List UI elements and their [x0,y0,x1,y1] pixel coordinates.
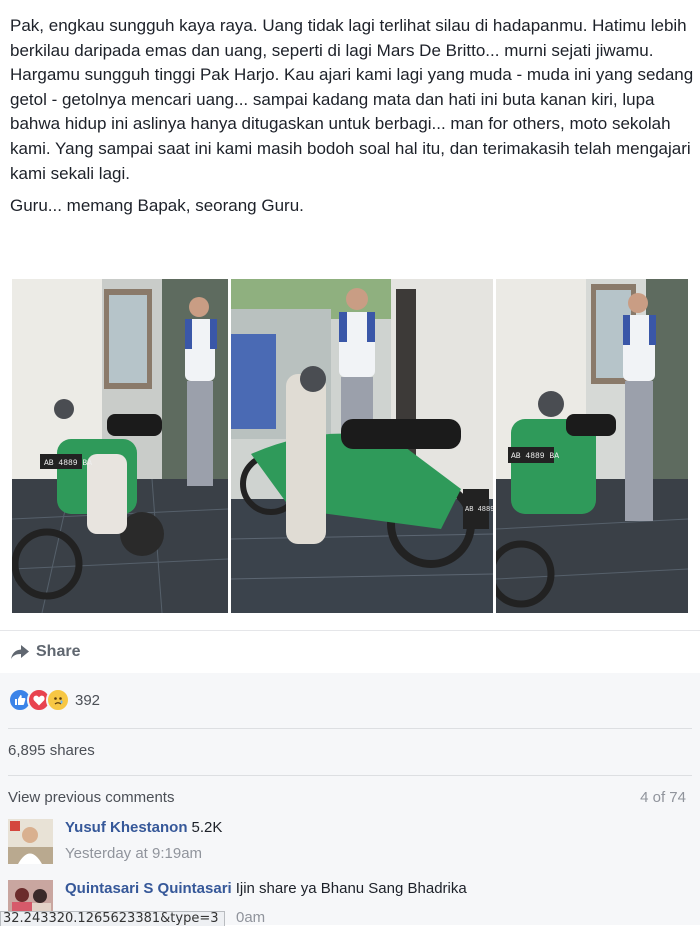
reaction-count: 392 [75,691,101,709]
license-plate: AB 4889 BA [511,452,559,461]
browser-status-url: 32.243320.1265623381&type=3 [0,911,226,926]
license-plate: AB 4889 [465,506,493,514]
sad-icon [46,688,70,712]
comment-author[interactable]: Quintasari S Quintasari [65,880,232,897]
post-paragraph: Pak, engkau sungguh kaya raya. Uang tida… [10,16,694,183]
photo-2[interactable]: AB 4889 [231,279,493,613]
photo-1[interactable]: AB 4889 BA [12,279,228,613]
share-label: Share [36,643,81,660]
previous-comments-row: View previous comments 4 of 74 [8,789,686,806]
reactions-summary[interactable]: 392 [8,687,100,713]
post-actions-bar: Share [0,630,700,674]
share-button[interactable]: Share [10,643,80,661]
comment-timestamp[interactable]: 0am [236,909,265,926]
comments-area: 392 6,895 shares View previous comments … [0,673,700,925]
comment-text: Ijin share ya Bhanu Sang Bhadrika [235,880,467,897]
avatar[interactable] [8,819,53,864]
comment: Yusuf Khestanon 5.2K Yesterday at 9:19am [8,819,222,864]
comments-pager-count: 4 of 74 [640,789,686,806]
photo-collage[interactable]: AB 4889 BA AB 4889 AB 4889 BA [12,279,688,613]
comment-author[interactable]: Yusuf Khestanon [65,819,188,836]
comment-timestamp[interactable]: Yesterday at 9:19am [65,845,222,862]
shares-count[interactable]: 6,895 shares [8,742,95,759]
post-text: Pak, engkau sungguh kaya raya. Uang tida… [10,14,694,219]
post-paragraph: Guru... memang Bapak, seorang Guru. [10,196,304,216]
comment-text: 5.2K [191,819,223,836]
view-previous-comments-link[interactable]: View previous comments [8,789,174,806]
divider [8,728,692,729]
photo-3[interactable]: AB 4889 BA [496,279,688,613]
share-arrow-icon [11,645,29,659]
license-plate: AB 4889 BA [44,459,92,468]
divider [8,775,692,776]
